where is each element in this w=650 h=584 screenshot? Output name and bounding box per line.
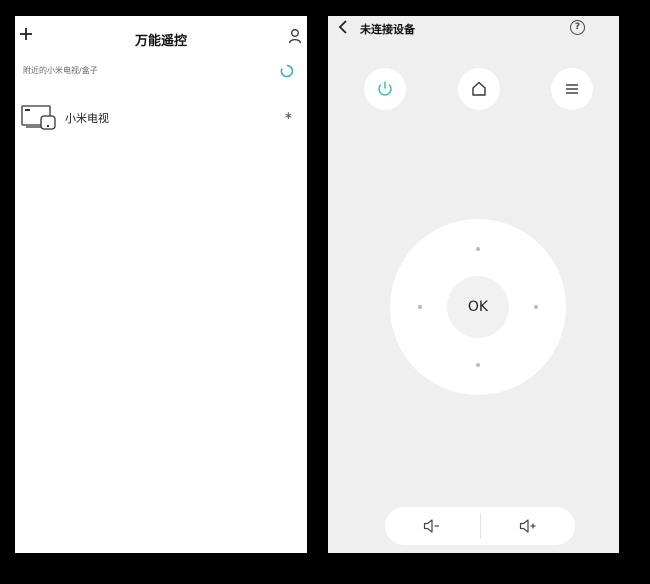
dpad-right-button[interactable] [534, 305, 538, 309]
tv-icon [21, 105, 56, 130]
volume-up-icon [519, 519, 536, 533]
home-icon [472, 81, 486, 96]
directional-pad: OK [390, 219, 566, 395]
bluetooth-icon: ∗ [283, 109, 293, 122]
dpad-left-button[interactable] [418, 305, 422, 309]
page-title: 万能遥控 [134, 34, 187, 49]
back-button[interactable] [338, 20, 348, 37]
device-list-item[interactable]: 小米电视 ∗ [21, 104, 301, 132]
remote-control-screen: 未连接设备 ? OK [328, 16, 619, 553]
connection-status-title: 未连接设备 [360, 23, 415, 36]
device-list-screen: 万能遥控 附近的小米电视/盒子 小米电视 ∗ [15, 16, 307, 553]
volume-up-button[interactable] [481, 507, 575, 545]
ok-button[interactable]: OK [447, 276, 509, 338]
volume-down-button[interactable] [385, 507, 480, 545]
menu-icon [566, 84, 578, 94]
menu-button[interactable] [551, 68, 593, 110]
dpad-up-button[interactable] [476, 247, 480, 251]
profile-button[interactable] [287, 28, 303, 44]
nearby-devices-label: 附近的小米电视/盒子 [23, 66, 98, 75]
power-icon [378, 81, 392, 96]
help-button[interactable]: ? [570, 20, 585, 35]
user-icon [288, 29, 302, 44]
volume-control [385, 507, 575, 545]
device-name: 小米电视 [65, 112, 109, 125]
power-button[interactable] [364, 68, 406, 110]
dpad-down-button[interactable] [476, 363, 480, 367]
volume-down-icon [423, 519, 439, 533]
refresh-button[interactable] [280, 63, 294, 78]
back-chevron-icon [338, 20, 347, 34]
home-button[interactable] [458, 68, 500, 110]
refresh-spinner-icon [280, 64, 294, 78]
